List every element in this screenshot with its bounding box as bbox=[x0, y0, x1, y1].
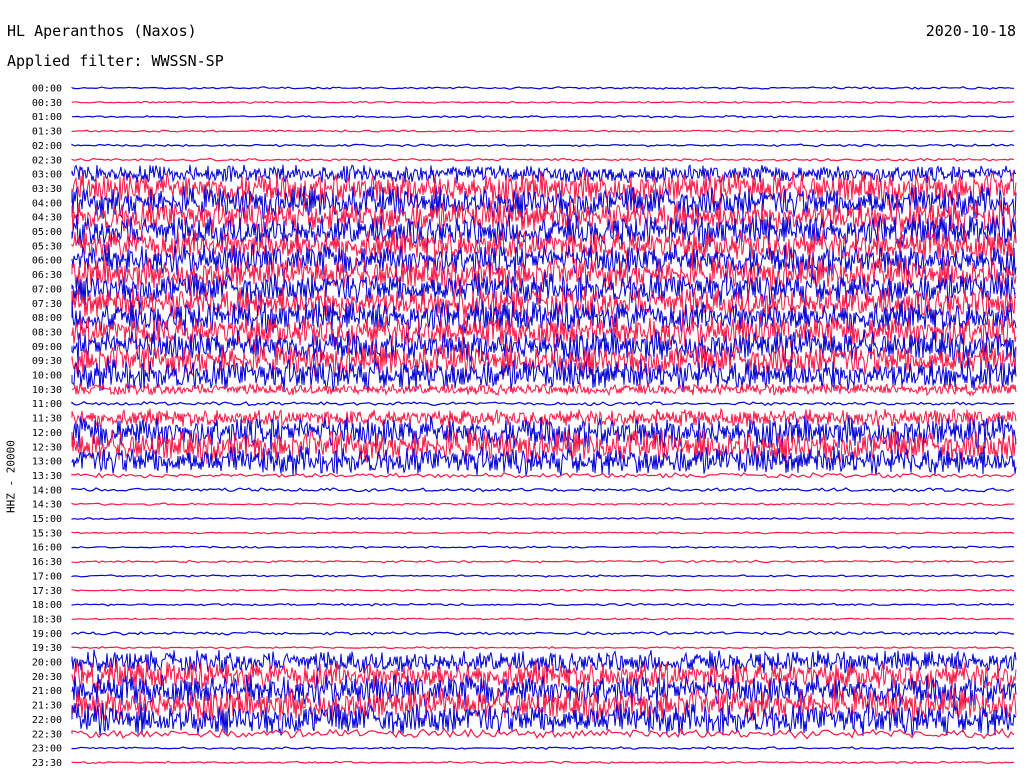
time-tick-label: 05:00 bbox=[32, 227, 62, 238]
time-tick-label: 07:00 bbox=[32, 284, 62, 295]
seismic-trace bbox=[71, 157, 1015, 162]
time-tick-label: 12:30 bbox=[32, 442, 62, 453]
seismic-trace bbox=[71, 143, 1015, 148]
time-tick-label: 06:30 bbox=[32, 270, 62, 281]
helicorder-plot: 00:00 00:30 01:00 01:30 02:00 02:30 03:00 03:30… bbox=[32, 84, 1017, 769]
time-tick-label: 13:30 bbox=[32, 471, 62, 482]
time-tick-label: 11:30 bbox=[32, 414, 62, 425]
time-tick-labels: 00:00 00:30 01:00 01:30 02:00 02:30 03:00 03:30… bbox=[32, 84, 62, 769]
time-tick-label: 10:00 bbox=[32, 371, 62, 382]
time-tick-label: 21:00 bbox=[32, 686, 62, 697]
time-tick-label: 16:30 bbox=[32, 557, 62, 568]
time-tick-label: 23:30 bbox=[32, 758, 62, 769]
time-tick-label: 09:30 bbox=[32, 356, 62, 367]
seismic-trace bbox=[71, 86, 1015, 90]
time-tick-label: 08:00 bbox=[32, 313, 62, 324]
seismic-trace bbox=[71, 472, 1015, 479]
time-tick-label: 19:30 bbox=[32, 643, 62, 654]
time-tick-label: 02:30 bbox=[32, 155, 62, 166]
time-tick-label: 19:00 bbox=[32, 629, 62, 640]
time-tick-label: 10:30 bbox=[32, 385, 62, 396]
time-tick-label: 00:30 bbox=[32, 98, 62, 109]
seismic-trace bbox=[71, 630, 1015, 636]
seismic-trace bbox=[71, 646, 1015, 650]
time-tick-label: 05:30 bbox=[32, 241, 62, 252]
seismic-trace bbox=[71, 502, 1015, 507]
seismic-trace bbox=[71, 760, 1015, 765]
seismic-trace bbox=[71, 100, 1015, 104]
time-tick-label: 15:30 bbox=[32, 528, 62, 539]
time-tick-label: 22:00 bbox=[32, 715, 62, 726]
time-tick-label: 03:30 bbox=[32, 184, 62, 195]
time-tick-label: 06:00 bbox=[32, 256, 62, 267]
seismic-trace bbox=[71, 602, 1015, 607]
time-tick-label: 07:30 bbox=[32, 299, 62, 310]
seismic-trace bbox=[71, 727, 1015, 740]
seismic-trace bbox=[71, 545, 1015, 549]
time-tick-label: 12:00 bbox=[32, 428, 62, 439]
seismic-trace bbox=[71, 129, 1015, 133]
time-tick-label: 20:30 bbox=[32, 672, 62, 683]
time-tick-label: 00:00 bbox=[32, 84, 62, 95]
trace-group bbox=[71, 86, 1017, 765]
time-tick-label: 09:00 bbox=[32, 342, 62, 353]
time-tick-label: 08:30 bbox=[32, 327, 62, 338]
time-tick-label: 13:00 bbox=[32, 457, 62, 468]
seismic-trace bbox=[71, 588, 1015, 592]
seismic-trace bbox=[71, 617, 1015, 621]
time-tick-label: 03:00 bbox=[32, 170, 62, 181]
seismic-trace bbox=[71, 487, 1015, 493]
time-tick-label: 23:00 bbox=[32, 744, 62, 755]
time-tick-label: 17:00 bbox=[32, 571, 62, 582]
time-tick-label: 11:00 bbox=[32, 399, 62, 410]
time-tick-label: 01:30 bbox=[32, 127, 62, 138]
time-tick-label: 15:00 bbox=[32, 514, 62, 525]
time-tick-label: 16:00 bbox=[32, 543, 62, 554]
seismic-trace bbox=[71, 114, 1015, 119]
time-tick-label: 20:00 bbox=[32, 658, 62, 669]
seismic-trace bbox=[71, 381, 1017, 398]
seismic-trace bbox=[71, 746, 1015, 751]
seismic-trace bbox=[71, 516, 1015, 521]
time-tick-label: 14:30 bbox=[32, 500, 62, 511]
time-tick-label: 22:30 bbox=[32, 729, 62, 740]
time-tick-label: 14:00 bbox=[32, 485, 62, 496]
seismic-trace bbox=[71, 407, 1017, 428]
time-tick-label: 17:30 bbox=[32, 586, 62, 597]
time-tick-label: 21:30 bbox=[32, 701, 62, 712]
time-tick-label: 18:00 bbox=[32, 600, 62, 611]
time-tick-label: 04:00 bbox=[32, 198, 62, 209]
time-tick-label: 18:30 bbox=[32, 614, 62, 625]
time-tick-label: 02:00 bbox=[32, 141, 62, 152]
time-tick-label: 04:30 bbox=[32, 213, 62, 224]
seismic-trace bbox=[71, 531, 1015, 535]
time-tick-label: 01:00 bbox=[32, 112, 62, 123]
seismic-trace bbox=[71, 401, 1015, 407]
seismic-trace bbox=[71, 559, 1015, 564]
seismic-trace bbox=[71, 574, 1015, 578]
